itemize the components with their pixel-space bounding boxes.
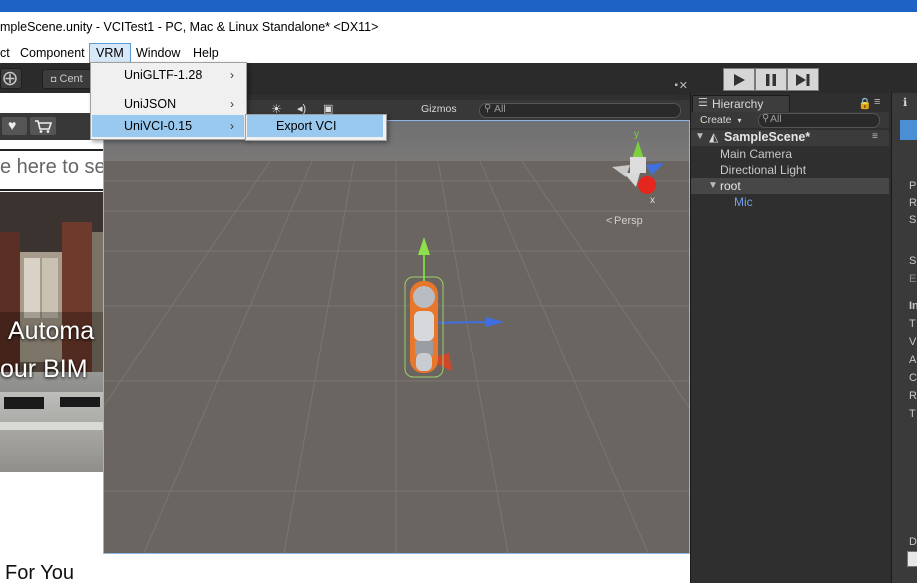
inspector-label-rotation: R	[909, 197, 917, 209]
pause-icon	[766, 73, 776, 86]
pivot-label: Cent	[59, 73, 83, 85]
inspector-label-s: S	[909, 255, 917, 267]
menu-item-export-vci[interactable]: Export VCI	[247, 115, 383, 137]
hierarchy-list-icon: ☰	[698, 97, 708, 109]
svg-text:<: <	[606, 215, 612, 227]
hierarchy-scene-name: SampleScene*	[724, 130, 811, 144]
menu-component[interactable]: Component	[20, 44, 85, 63]
inspector-label-r: R	[909, 390, 917, 402]
window-title: mpleScene.unity - VCITest1 - PC, Mac & L…	[0, 20, 379, 34]
hierarchy-create-dropdown[interactable]: Create ▾	[700, 114, 741, 126]
unity-scene-icon: ◭	[709, 130, 719, 144]
inspector-label-t2: T	[909, 408, 916, 420]
gizmos-dropdown[interactable]: Gizmos	[421, 103, 457, 115]
menu-item-unijson-label: UniJSON	[124, 97, 177, 111]
search-icon: ⚲	[762, 113, 770, 124]
scene-options-icon[interactable]: ≡	[872, 131, 878, 142]
menu-item-univci-label: UniVCI-0.15	[124, 119, 193, 133]
expand-arrow-icon[interactable]: ▼	[695, 131, 705, 142]
inspector-label-in: In	[909, 300, 917, 312]
menu-item-export-vci-label: Export VCI	[276, 119, 337, 133]
chevron-right-icon: ›	[230, 68, 234, 82]
heart-icon: ♥	[8, 117, 17, 133]
inspector-label-d: D	[909, 536, 917, 548]
play-button[interactable]	[723, 68, 755, 91]
close-icon[interactable]: ✕	[679, 79, 688, 92]
info-icon: ℹ	[903, 97, 908, 109]
pivot-icon: ◘	[51, 74, 57, 84]
hierarchy-create-label: Create	[700, 114, 732, 126]
menu-vrm[interactable]: VRM	[89, 43, 131, 63]
inspector-label-scale: S	[909, 214, 917, 226]
webpage-banner-line-1: Automa	[8, 317, 95, 345]
expand-arrow-icon[interactable]: ▼	[708, 180, 718, 191]
step-button[interactable]	[787, 68, 819, 91]
cart-icon	[35, 120, 53, 133]
webpage-banner-line-2: our BIM	[0, 355, 88, 383]
menu-help[interactable]: Help	[193, 44, 219, 63]
inspector-label-position: P	[909, 180, 917, 192]
menu-item-unijson[interactable]: UniJSON ›	[91, 93, 245, 115]
avatar-head	[411, 284, 437, 310]
chevron-right-icon: ›	[230, 97, 234, 111]
avatar-legs	[416, 353, 432, 371]
webpage-bottom-area	[0, 552, 690, 583]
hierarchy-item-mic[interactable]: Mic	[734, 195, 753, 209]
play-icon	[734, 73, 745, 86]
menu-item-univci[interactable]: UniVCI-0.15 ›	[92, 115, 244, 137]
hierarchy-tab-label: Hierarchy	[712, 97, 764, 111]
gameobject-cube-icon	[900, 120, 917, 140]
avatar-waist	[415, 341, 433, 355]
webpage-toolbar: ♥	[0, 113, 103, 140]
inspector-label-t: T	[909, 318, 916, 330]
inspector-field[interactable]	[907, 551, 917, 567]
cart-button[interactable]	[30, 117, 56, 135]
persp-label: Persp	[614, 215, 643, 227]
step-icon	[796, 73, 810, 86]
pause-button[interactable]	[755, 68, 787, 91]
hierarchy-item-main-camera[interactable]: Main Camera	[720, 147, 792, 161]
move-tool-button[interactable]	[0, 68, 22, 89]
search-icon: ⚲	[484, 103, 492, 114]
dropdown-arrow-icon: ▾	[737, 116, 742, 125]
webpage-search-placeholder: e here to sea	[0, 156, 117, 178]
inspector-label-v: V	[909, 336, 917, 348]
inspector-label-a: A	[909, 354, 917, 366]
wishlist-button[interactable]: ♥	[2, 117, 27, 135]
menu-window[interactable]: Window	[136, 44, 180, 63]
hierarchy-item-directional-light[interactable]: Directional Light	[720, 163, 806, 177]
panel-menu-icon[interactable]: ▪	[674, 80, 678, 91]
pivot-center-button[interactable]: ◘ Cent	[42, 69, 92, 89]
inspector-label-c: C	[909, 372, 917, 384]
menu-item-unigltf-label: UniGLTF-1.28	[124, 68, 203, 82]
hierarchy-item-root[interactable]: root	[720, 179, 741, 193]
menu-item-unigltf[interactable]: UniGLTF-1.28 ›	[91, 64, 245, 86]
move-tool-icon	[3, 71, 17, 86]
gizmo-y-label: y	[634, 129, 639, 140]
scene-search-input[interactable]: ⚲ All	[479, 103, 681, 118]
inspector-label-e: E	[909, 273, 917, 285]
lock-icon[interactable]: 🔒	[858, 97, 872, 110]
avatar-torso	[414, 311, 434, 341]
panel-options-icon[interactable]: ≡	[874, 96, 880, 108]
scene-view[interactable]: y x Persp <	[103, 120, 690, 554]
scene-viewport-svg: y x Persp <	[104, 121, 689, 553]
webpage-bottom-heading: For You	[5, 562, 74, 584]
menu-project[interactable]: ct	[0, 44, 10, 63]
chevron-right-icon: ›	[230, 119, 234, 133]
gizmo-x-label: x	[650, 195, 655, 206]
scene-search-placeholder: All	[494, 103, 506, 115]
hierarchy-search-placeholder: All	[770, 113, 782, 125]
